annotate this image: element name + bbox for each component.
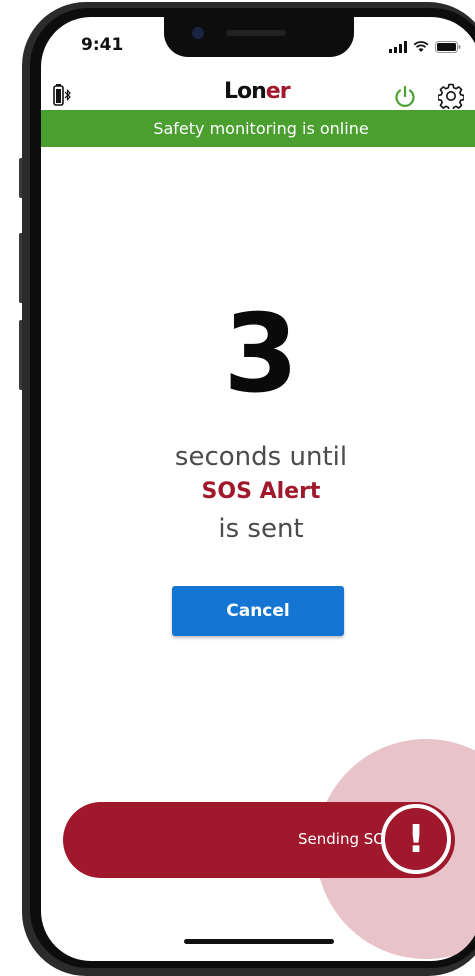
battery-icon bbox=[435, 41, 461, 53]
gear-icon[interactable] bbox=[438, 83, 464, 109]
exclamation-icon: ! bbox=[407, 817, 425, 861]
countdown-text-line3: is sent bbox=[218, 514, 304, 544]
wifi-icon bbox=[413, 41, 429, 52]
front-camera bbox=[192, 27, 204, 39]
power-icon[interactable] bbox=[393, 85, 417, 109]
monitoring-status-banner: Safety monitoring is online bbox=[41, 110, 475, 147]
app-header: Loner MOBILE bbox=[41, 69, 475, 118]
loner-logo: Loner MOBILE bbox=[224, 79, 291, 118]
sos-alert-label: SOS Alert bbox=[201, 479, 321, 504]
logo-text-main: Lon bbox=[224, 79, 267, 104]
device-battery-bluetooth-icon[interactable] bbox=[53, 84, 73, 106]
status-icons bbox=[389, 39, 461, 53]
cellular-signal-icon bbox=[389, 41, 407, 53]
notch bbox=[164, 17, 354, 57]
sos-button[interactable]: ! bbox=[381, 804, 451, 874]
status-time: 9:41 bbox=[81, 35, 124, 55]
countdown-text-line1: seconds until bbox=[174, 442, 348, 472]
logo-text-accent: er bbox=[265, 79, 291, 104]
earpiece-speaker bbox=[226, 30, 286, 36]
cancel-button[interactable]: Cancel bbox=[172, 586, 344, 636]
home-indicator[interactable] bbox=[184, 939, 334, 944]
countdown-number: 3 bbox=[223, 292, 299, 417]
phone-screen: 9:41 Loner MOBILE bbox=[41, 17, 475, 961]
